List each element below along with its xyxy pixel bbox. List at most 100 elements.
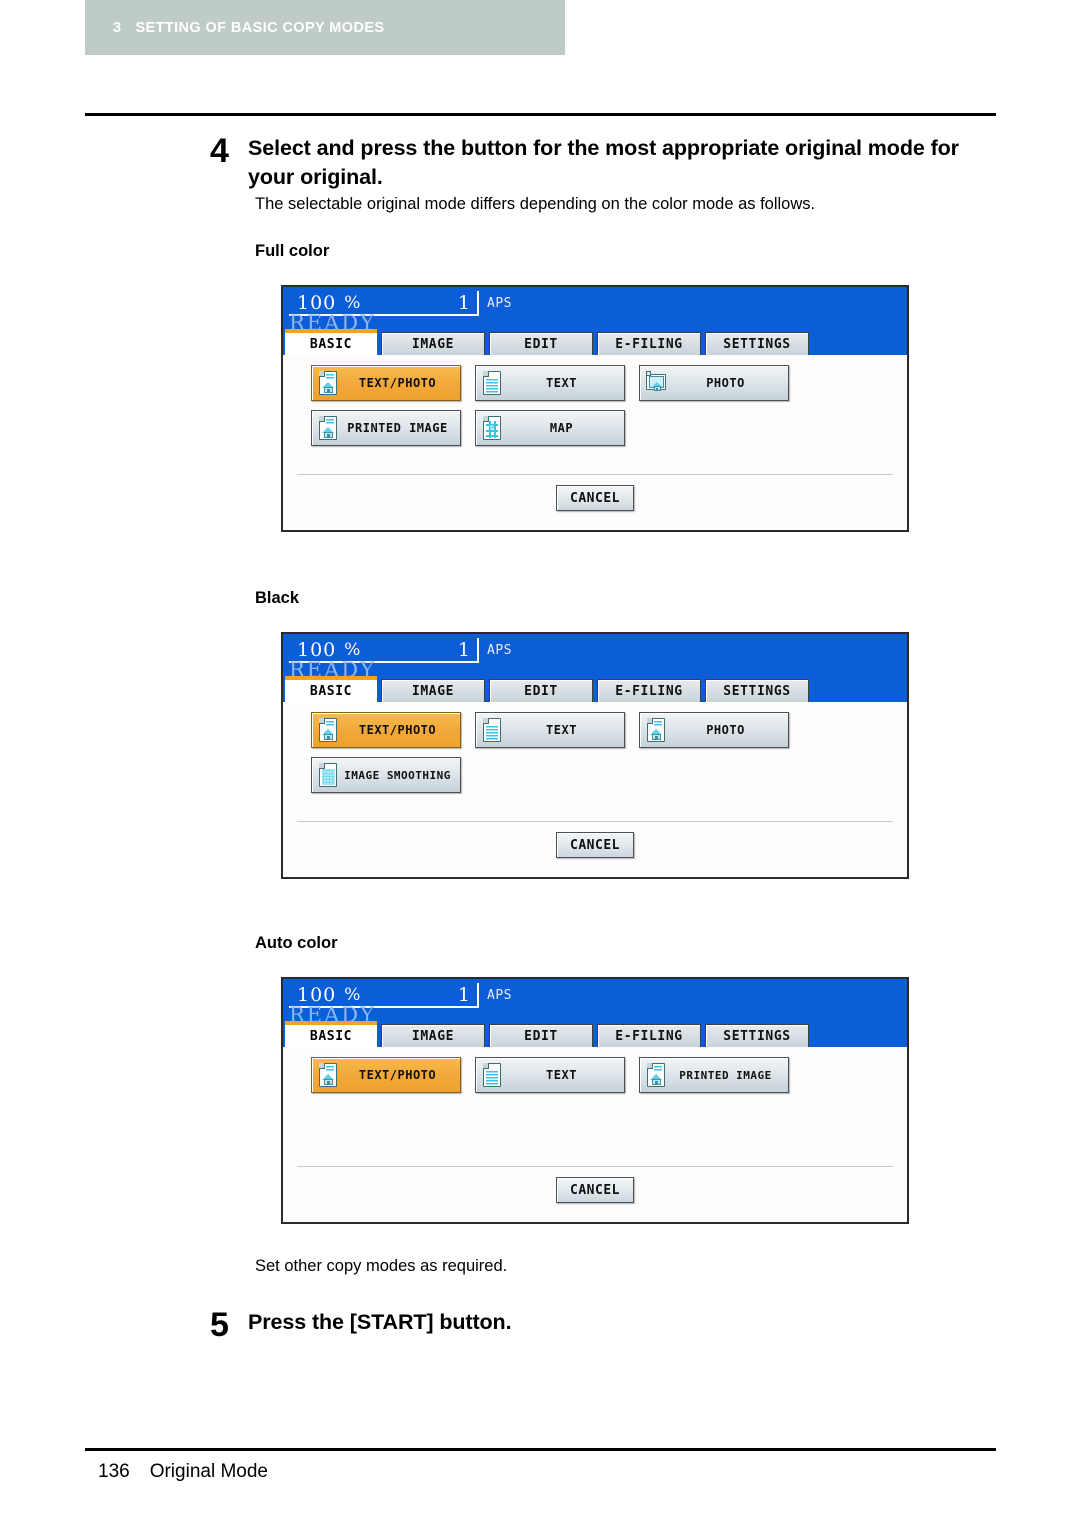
button-row: PRINTED IMAGE MAP	[311, 410, 879, 446]
tab-e-filing-label: E-FILING	[615, 683, 683, 699]
button-photo[interactable]: PHOTO	[639, 365, 789, 401]
page-number: 136	[98, 1461, 130, 1482]
cancel-button[interactable]: CANCEL	[556, 1177, 634, 1203]
paper-mode-label: APS	[487, 296, 512, 311]
lcd-status-area-full-color: 100 % 1 APS READY BASIC IMAGE EDIT E-FIL…	[283, 287, 907, 355]
button-map-label: MAP	[549, 421, 574, 435]
button-row	[311, 1102, 879, 1138]
lcd-panel-auto-color: 100 % 1 APS READY BASIC IMAGE EDIT E-FIL…	[281, 977, 909, 1224]
cancel-button-label: CANCEL	[570, 490, 620, 506]
button-text-photo[interactable]: TEXT/PHOTO	[311, 1057, 461, 1093]
tab-basic[interactable]: BASIC	[285, 1021, 377, 1047]
label-auto-color: Auto color	[255, 934, 338, 952]
button-row: TEXT/PHOTO TEXT PHOTO	[311, 712, 879, 748]
lcd-status-area-black: 100 % 1 APS READY BASIC IMAGE EDIT E-FIL…	[283, 634, 907, 702]
button-text-photo-label: TEXT/PHOTO	[358, 376, 437, 390]
doc-house-icon	[317, 370, 339, 396]
doc-house-icon	[645, 717, 667, 743]
button-map[interactable]: MAP	[475, 410, 625, 446]
tab-e-filing[interactable]: E-FILING	[597, 679, 701, 702]
label-black: Black	[255, 589, 300, 607]
tab-settings-label: SETTINGS	[723, 1028, 791, 1044]
tab-settings[interactable]: SETTINGS	[705, 1024, 809, 1047]
button-photo-label: PHOTO	[706, 376, 745, 390]
doc-house-icon	[317, 415, 339, 441]
original-mode-button-grid-auto-color: TEXT/PHOTO TEXT PRINTED IMAGE	[283, 1057, 907, 1147]
button-printed-image-label: PRINTED IMAGE	[347, 421, 448, 435]
lcd-content-full-color: TEXT/PHOTO TEXT PHOTO PRINTED IMAGE MAP …	[283, 355, 907, 530]
button-image-smoothing[interactable]: IMAGE SMOOTHING	[311, 757, 461, 793]
tab-image-label: IMAGE	[411, 336, 455, 352]
lcd-panel-black: 100 % 1 APS READY BASIC IMAGE EDIT E-FIL…	[281, 632, 909, 879]
tab-basic-label: BASIC	[309, 1028, 353, 1044]
button-photo[interactable]: PHOTO	[639, 712, 789, 748]
cancel-button[interactable]: CANCEL	[556, 485, 634, 511]
original-mode-button-grid-full-color: TEXT/PHOTO TEXT PHOTO PRINTED IMAGE MAP	[283, 365, 907, 455]
copy-count-value: 1	[457, 291, 470, 314]
tab-settings-label: SETTINGS	[723, 336, 791, 352]
original-mode-button-grid-black: TEXT/PHOTO TEXT PHOTO IMAGE SMOOTHING	[283, 712, 907, 802]
tab-row-full-color: BASIC IMAGE EDIT E-FILING SETTINGS	[283, 329, 907, 355]
tab-row-auto-color: BASIC IMAGE EDIT E-FILING SETTINGS	[283, 1021, 907, 1047]
cancel-button-label: CANCEL	[570, 1182, 620, 1198]
tab-image[interactable]: IMAGE	[381, 679, 485, 702]
tab-row-black: BASIC IMAGE EDIT E-FILING SETTINGS	[283, 676, 907, 702]
cancel-row: CANCEL	[283, 485, 907, 511]
button-text-photo-label: TEXT/PHOTO	[358, 1068, 437, 1082]
percent-symbol: %	[344, 639, 361, 660]
panel-separator	[297, 821, 893, 822]
button-text-photo[interactable]: TEXT/PHOTO	[311, 712, 461, 748]
tab-edit-label: EDIT	[524, 1028, 558, 1044]
tab-settings[interactable]: SETTINGS	[705, 679, 809, 702]
tab-edit[interactable]: EDIT	[489, 332, 593, 355]
tab-edit-label: EDIT	[524, 336, 558, 352]
button-image-smoothing-label: IMAGE SMOOTHING	[344, 768, 451, 782]
button-printed-image[interactable]: PRINTED IMAGE	[311, 410, 461, 446]
step-5-number: 5	[210, 1306, 229, 1344]
tab-e-filing[interactable]: E-FILING	[597, 332, 701, 355]
photo-frame-icon	[645, 370, 667, 396]
button-text-label: TEXT	[546, 1068, 577, 1082]
tab-settings-label: SETTINGS	[723, 683, 791, 699]
lcd-status-area-auto-color: 100 % 1 APS READY BASIC IMAGE EDIT E-FIL…	[283, 979, 907, 1047]
button-text[interactable]: TEXT	[475, 1057, 625, 1093]
doc-lines-icon	[481, 1062, 503, 1088]
note-set-other-copy-modes: Set other copy modes as required.	[255, 1257, 508, 1275]
step-4-number: 4	[210, 132, 229, 170]
tab-basic[interactable]: BASIC	[285, 329, 377, 355]
doc-lines-icon	[481, 370, 503, 396]
panel-separator	[297, 474, 893, 475]
tab-image[interactable]: IMAGE	[381, 1024, 485, 1047]
cancel-button[interactable]: CANCEL	[556, 832, 634, 858]
tab-edit-label: EDIT	[524, 683, 558, 699]
percent-symbol: %	[344, 984, 361, 1005]
doc-dots-icon	[317, 762, 339, 788]
tab-edit[interactable]: EDIT	[489, 1024, 593, 1047]
tab-e-filing-label: E-FILING	[615, 1028, 683, 1044]
tab-basic[interactable]: BASIC	[285, 676, 377, 702]
doc-house-icon	[317, 717, 339, 743]
tab-e-filing[interactable]: E-FILING	[597, 1024, 701, 1047]
cancel-button-label: CANCEL	[570, 837, 620, 853]
button-row: TEXT/PHOTO TEXT PRINTED IMAGE	[311, 1057, 879, 1093]
lcd-content-black: TEXT/PHOTO TEXT PHOTO IMAGE SMOOTHING CA…	[283, 702, 907, 877]
panel-separator	[297, 1166, 893, 1167]
chapter-number: 3	[113, 19, 122, 36]
tab-settings[interactable]: SETTINGS	[705, 332, 809, 355]
lcd-panel-full-color: 100 % 1 APS READY BASIC IMAGE EDIT E-FIL…	[281, 285, 909, 532]
label-full-color: Full color	[255, 242, 330, 260]
button-printed-image-label: PRINTED IMAGE	[679, 1068, 772, 1082]
button-printed-image[interactable]: PRINTED IMAGE	[639, 1057, 789, 1093]
button-text[interactable]: TEXT	[475, 712, 625, 748]
tab-edit[interactable]: EDIT	[489, 679, 593, 702]
button-text[interactable]: TEXT	[475, 365, 625, 401]
button-text-photo[interactable]: TEXT/PHOTO	[311, 365, 461, 401]
step-4-description: The selectable original mode differs dep…	[255, 195, 816, 213]
paper-mode-label: APS	[487, 988, 512, 1003]
copy-count-value: 1	[457, 638, 470, 661]
cancel-row: CANCEL	[283, 1177, 907, 1203]
button-row: TEXT/PHOTO TEXT PHOTO	[311, 365, 879, 401]
button-row: IMAGE SMOOTHING	[311, 757, 879, 793]
tab-image[interactable]: IMAGE	[381, 332, 485, 355]
percent-symbol: %	[344, 292, 361, 313]
